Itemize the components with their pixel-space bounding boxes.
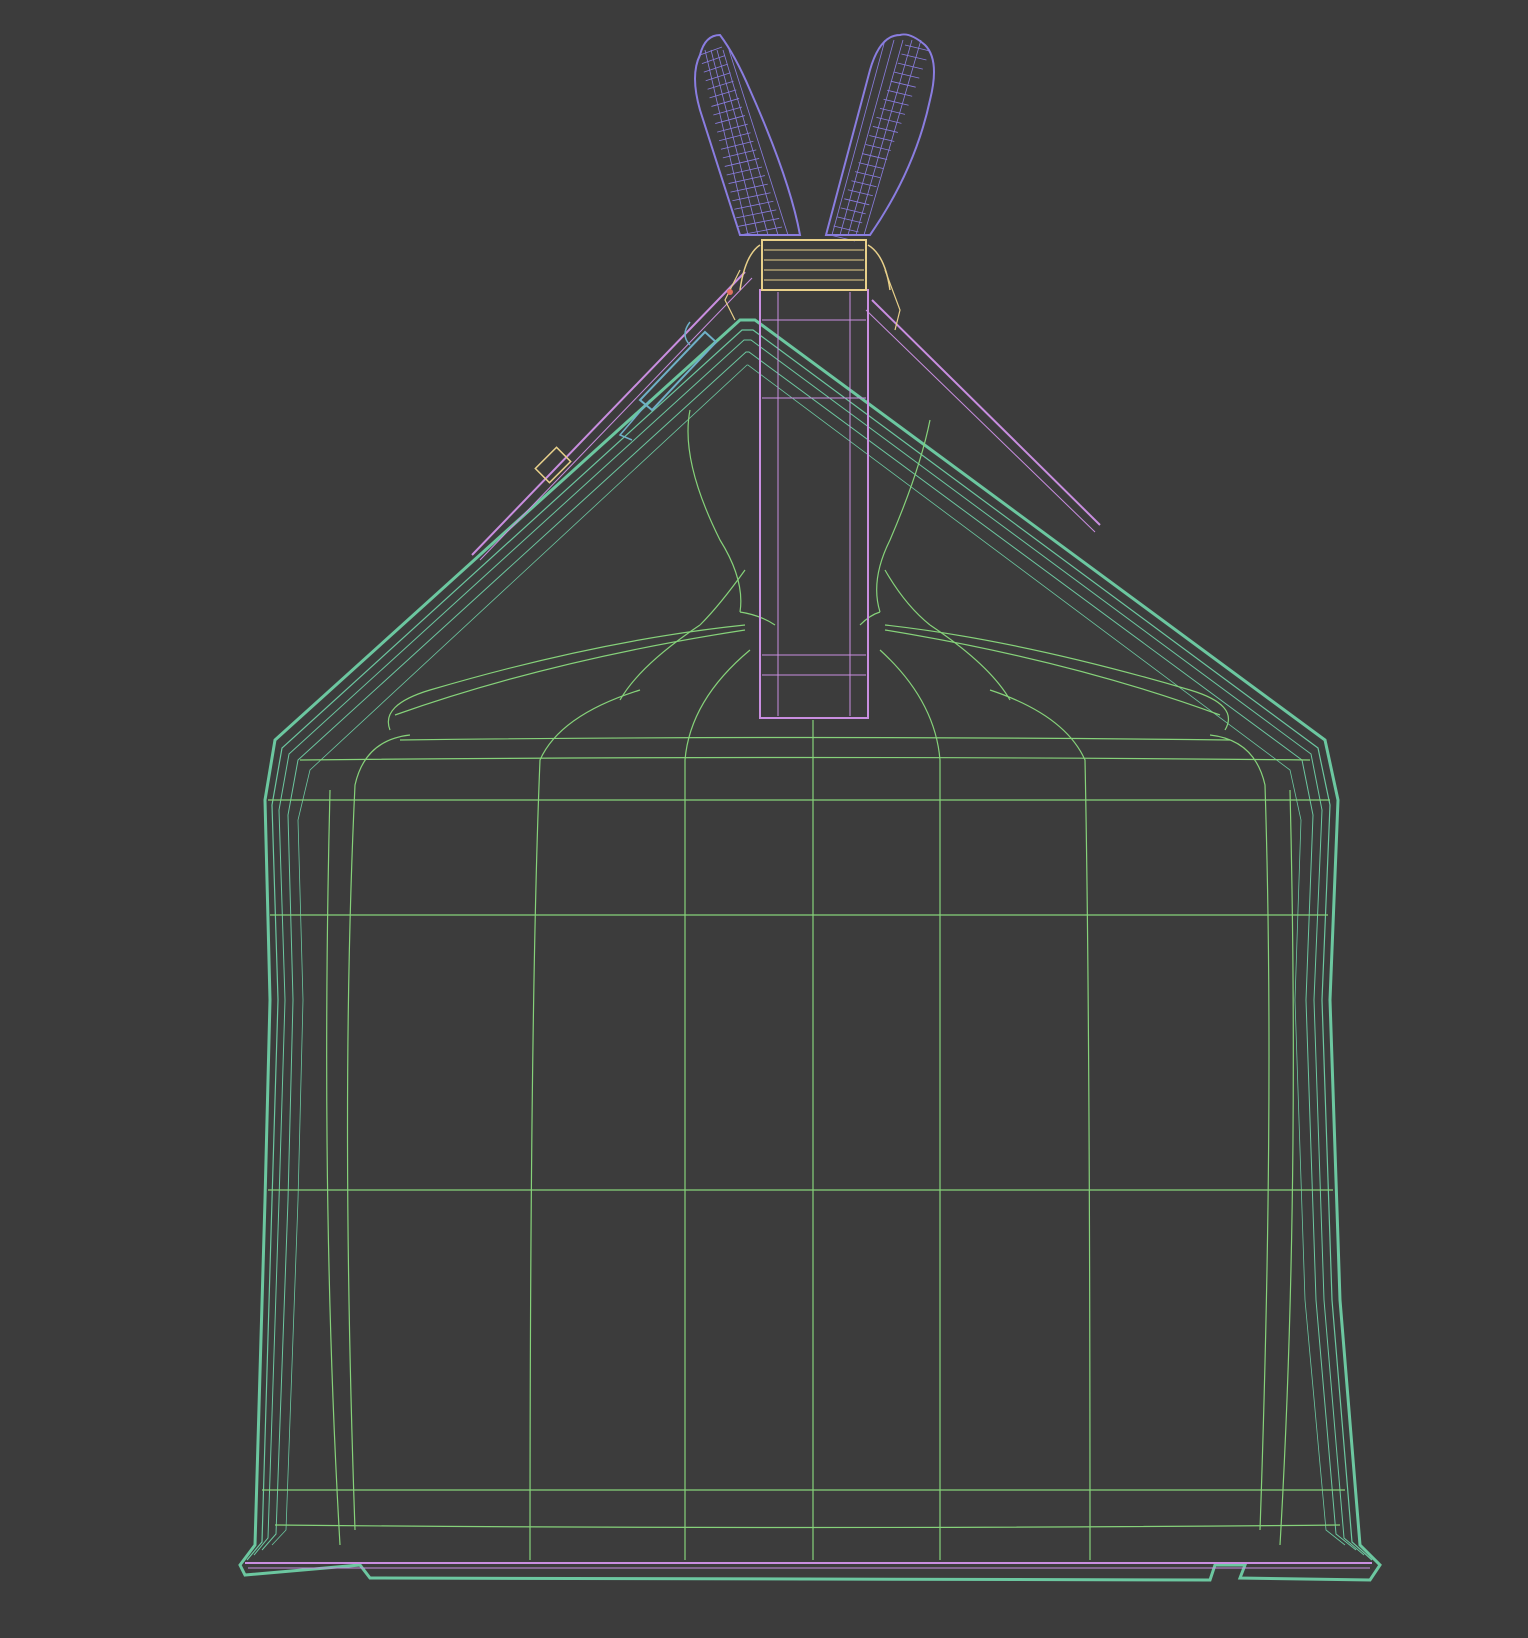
accent-marker [727,289,733,295]
wireframe-canvas [0,0,1528,1638]
viewport-background [0,0,1528,1638]
3d-viewport[interactable] [0,0,1528,1638]
